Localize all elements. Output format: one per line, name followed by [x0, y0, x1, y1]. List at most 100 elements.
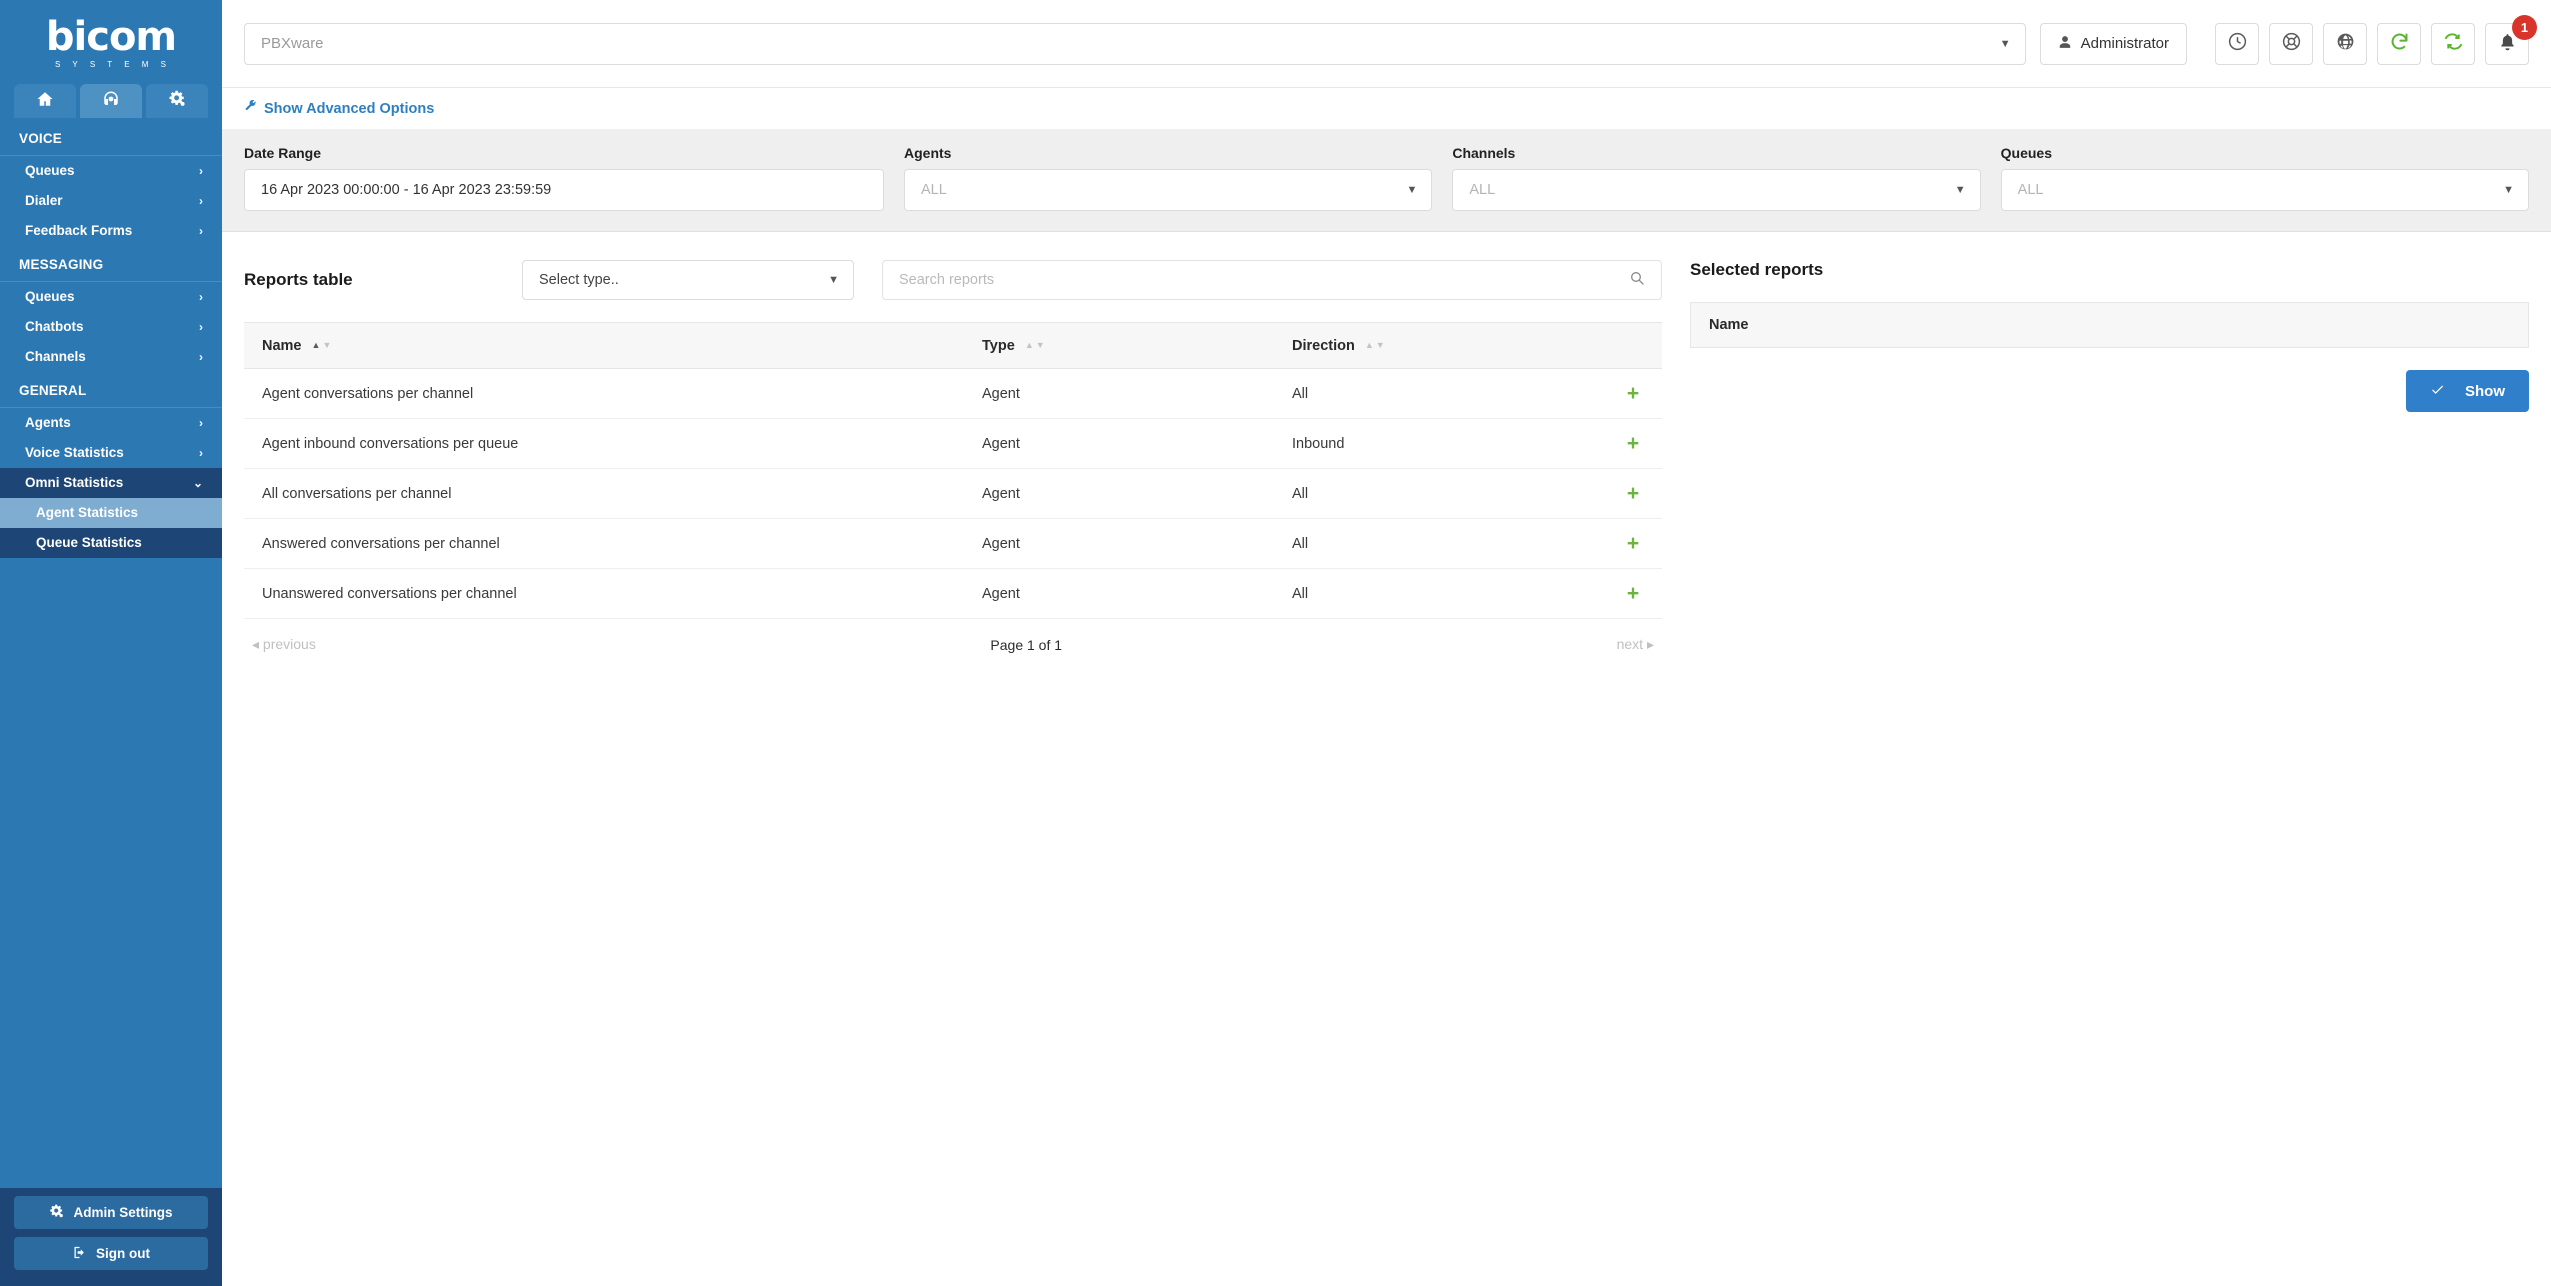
sidebar-item-omni-statistics[interactable]: Omni Statistics ⌄	[0, 468, 222, 498]
sort-arrows-direction[interactable]: ▲ ▼	[1365, 341, 1385, 350]
sidebar-item-label: Dialer	[25, 193, 63, 208]
sidebar-item-label: Chatbots	[25, 319, 84, 334]
agents-select[interactable]: ALL ▼	[904, 169, 1433, 211]
table-row[interactable]: All conversations per channel Agent All …	[244, 468, 1662, 519]
cell-add[interactable]: +	[1604, 518, 1662, 569]
auto-refresh-button[interactable]	[2431, 22, 2475, 65]
table-header-row: Name ▲ ▼ Type ▲ ▼ Direction ▲ ▼	[244, 322, 1662, 369]
cell-name: Answered conversations per channel	[244, 518, 964, 569]
sidebar-item-voice-queues[interactable]: Queues ›	[0, 156, 222, 186]
cell-add[interactable]: +	[1604, 568, 1662, 619]
clock-button[interactable]	[2215, 22, 2259, 65]
column-header-add	[1604, 322, 1662, 369]
chevron-right-icon: ›	[199, 164, 203, 178]
sort-asc-icon[interactable]: ▲	[1025, 341, 1034, 350]
sort-desc-icon[interactable]: ▼	[322, 341, 331, 350]
cell-type: Agent	[964, 518, 1274, 569]
show-button[interactable]: Show	[2406, 370, 2529, 412]
logo-subtitle: S Y S T E M S	[55, 60, 171, 69]
column-header-type[interactable]: Type ▲ ▼	[964, 322, 1274, 369]
sort-desc-icon[interactable]: ▼	[1376, 341, 1385, 350]
administrator-button[interactable]: Administrator	[2039, 22, 2187, 65]
chevron-right-icon: ›	[199, 446, 203, 460]
sidebar-item-messaging-queues[interactable]: Queues ›	[0, 282, 222, 312]
channels-select-value: ALL	[1469, 182, 1496, 198]
cell-direction: All	[1274, 368, 1604, 419]
gears-icon	[168, 90, 186, 113]
reports-table-title: Reports table	[244, 270, 353, 289]
report-type-select[interactable]: Select type.. ▼	[522, 260, 854, 300]
queues-select[interactable]: ALL ▼	[2000, 169, 2529, 211]
previous-page-link[interactable]: ◂ previous	[252, 636, 316, 653]
sort-desc-icon[interactable]: ▼	[1036, 341, 1045, 350]
cell-name: Agent inbound conversations per queue	[244, 418, 964, 469]
cell-type: Agent	[964, 568, 1274, 619]
show-advanced-options-link[interactable]: Show Advanced Options	[244, 99, 435, 117]
notifications-button[interactable]: 1	[2485, 14, 2537, 65]
search-reports-input[interactable]	[899, 272, 1629, 288]
add-report-icon[interactable]: +	[1627, 383, 1639, 404]
notification-badge: 1	[2512, 14, 2537, 40]
filter-bar: Date Range 16 Apr 2023 00:00:00 - 16 Apr…	[222, 129, 2551, 232]
column-header-name[interactable]: Name ▲ ▼	[244, 322, 964, 369]
add-report-icon[interactable]: +	[1627, 483, 1639, 504]
menu-section-voice: VOICE	[0, 120, 222, 156]
sign-out-icon	[72, 1245, 87, 1263]
user-icon	[2058, 35, 2072, 53]
show-advanced-options-label: Show Advanced Options	[264, 100, 435, 117]
check-icon	[2430, 382, 2445, 401]
filter-label: Channels	[1452, 145, 1516, 161]
sidebar-item-label: Omni Statistics	[25, 475, 124, 490]
reports-panel: Reports table Select type.. ▼ Name	[244, 260, 1662, 653]
globe-button[interactable]	[2323, 22, 2367, 65]
table-row[interactable]: Unanswered conversations per channel Age…	[244, 568, 1662, 619]
table-row[interactable]: Answered conversations per channel Agent…	[244, 518, 1662, 569]
column-label: Name	[262, 337, 302, 354]
sidebar-item-voice-statistics[interactable]: Voice Statistics ›	[0, 438, 222, 468]
sidebar-item-voice-feedback-forms[interactable]: Feedback Forms ›	[0, 216, 222, 246]
cell-name: Unanswered conversations per channel	[244, 568, 964, 619]
advanced-options-row: Show Advanced Options	[222, 88, 2551, 129]
cell-add[interactable]: +	[1604, 418, 1662, 469]
search-reports-box[interactable]	[882, 260, 1662, 300]
chevron-down-icon: ⌄	[192, 476, 203, 490]
table-row[interactable]: Agent conversations per channel Agent Al…	[244, 368, 1662, 419]
tenant-select[interactable]: PBXware ▼	[244, 22, 2026, 65]
sidebar-item-agents[interactable]: Agents ›	[0, 408, 222, 438]
sort-arrows-type[interactable]: ▲ ▼	[1025, 341, 1045, 350]
pagination: ◂ previous Page 1 of 1 next ▸	[244, 619, 1662, 653]
column-label: Type	[982, 337, 1015, 354]
column-header-direction[interactable]: Direction ▲ ▼	[1274, 322, 1604, 369]
sidebar-item-voice-dialer[interactable]: Dialer ›	[0, 186, 222, 216]
nav-tab-home[interactable]	[14, 84, 76, 118]
sidebar-item-messaging-chatbots[interactable]: Chatbots ›	[0, 312, 222, 342]
cell-add[interactable]: +	[1604, 468, 1662, 519]
date-range-input[interactable]: 16 Apr 2023 00:00:00 - 16 Apr 2023 23:59…	[244, 169, 884, 211]
sidebar-item-agent-statistics[interactable]: Agent Statistics	[0, 498, 222, 528]
add-report-icon[interactable]: +	[1627, 583, 1639, 604]
add-report-icon[interactable]: +	[1627, 433, 1639, 454]
gears-icon	[49, 1204, 64, 1222]
support-button[interactable]	[2269, 22, 2313, 65]
admin-settings-button[interactable]: Admin Settings	[14, 1196, 208, 1229]
chevron-right-icon: ›	[199, 416, 203, 430]
table-row[interactable]: Agent inbound conversations per queue Ag…	[244, 418, 1662, 469]
sign-out-button[interactable]: Sign out	[14, 1237, 208, 1270]
cell-add[interactable]: +	[1604, 368, 1662, 419]
selected-reports-title: Selected reports	[1690, 260, 1824, 279]
sidebar-item-queue-statistics[interactable]: Queue Statistics	[0, 528, 222, 558]
next-page-link[interactable]: next ▸	[1617, 636, 1654, 653]
brand-logo: bicom S Y S T E M S	[0, 0, 222, 78]
sort-asc-icon[interactable]: ▲	[1365, 341, 1374, 350]
sidebar-item-messaging-channels[interactable]: Channels ›	[0, 342, 222, 372]
sort-asc-icon[interactable]: ▲	[312, 341, 321, 350]
channels-select[interactable]: ALL ▼	[1452, 169, 1981, 211]
cell-type: Agent	[964, 468, 1274, 519]
refresh-icon	[2389, 31, 2410, 56]
reload-button[interactable]	[2377, 22, 2421, 65]
add-report-icon[interactable]: +	[1627, 533, 1639, 554]
nav-tab-contact-center[interactable]	[80, 84, 142, 118]
sort-arrows-name[interactable]: ▲ ▼	[312, 341, 332, 350]
sidebar-item-label: Queues	[25, 289, 75, 304]
nav-tab-settings[interactable]	[146, 84, 208, 118]
